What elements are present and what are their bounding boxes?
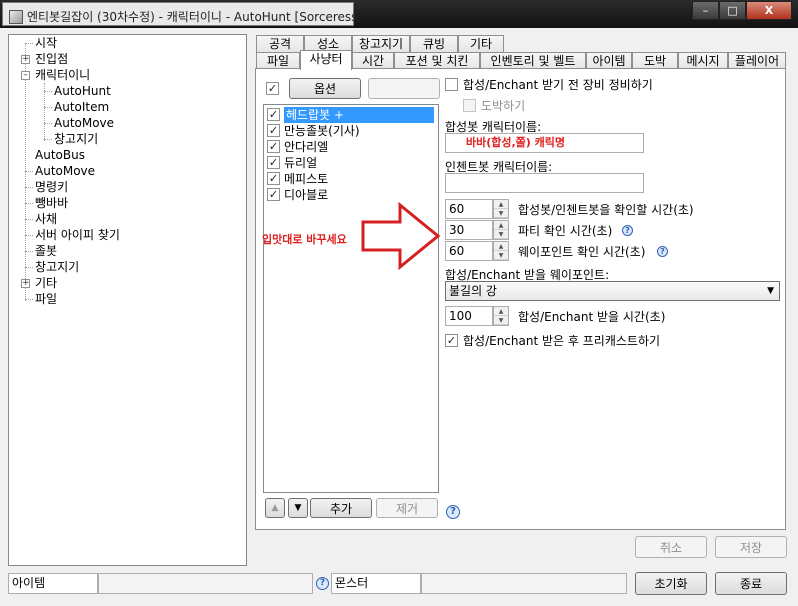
enable-checkbox[interactable]: ✓ — [266, 82, 279, 95]
exit-button[interactable]: 종료 — [715, 572, 787, 595]
receive-time-stepper[interactable]: ▲ ▼ — [493, 306, 509, 326]
party-time-stepper[interactable]: ▲ ▼ — [493, 220, 509, 240]
move-up-button[interactable]: ▲ — [265, 498, 285, 518]
tree-item-start[interactable]: 시작 — [35, 35, 57, 51]
tree-item-bbaengbaba[interactable]: 뺑바바 — [35, 195, 68, 211]
help-icon[interactable]: ? — [622, 225, 633, 236]
options-button[interactable]: 옵션 — [289, 78, 361, 99]
tab-etc[interactable]: 기타 — [458, 35, 504, 53]
tree-item-jolbot[interactable]: 졸봇 — [35, 243, 57, 259]
tree-item-character[interactable]: 캐릭터이니 — [35, 67, 90, 83]
blank-button — [368, 78, 440, 99]
tree-item-server-ip[interactable]: 서버 아이피 찾기 — [35, 227, 120, 243]
waypoint-select-value: 불길의 강 — [449, 284, 497, 298]
list-item[interactable]: ✓ 메피스토 — [266, 171, 436, 187]
monster-label-field: 몬스터 — [331, 573, 421, 594]
list-item[interactable]: ✓ 안다리엘 — [266, 139, 436, 155]
tree-item-loan[interactable]: 사채 — [35, 211, 57, 227]
item-input[interactable] — [98, 573, 313, 594]
expand-icon[interactable]: + — [21, 279, 30, 288]
party-time-label: 파티 확인 시간(초) — [518, 224, 613, 238]
help-icon[interactable]: ? — [316, 577, 329, 590]
expand-icon[interactable]: + — [21, 55, 30, 64]
maximize-button[interactable]: □ — [719, 1, 746, 20]
reset-button[interactable]: 초기화 — [635, 572, 707, 595]
waypoint-time-stepper[interactable]: ▲ ▼ — [493, 241, 509, 261]
tree-item-entry[interactable]: 진입점 — [35, 51, 68, 67]
check-time-label: 합성봇/인첸트봇을 확인할 시간(초) — [518, 203, 694, 217]
waypoint-time-label: 웨이포인트 확인 시간(초) — [518, 245, 646, 259]
check-time-stepper[interactable]: ▲ ▼ — [493, 199, 509, 219]
tree-item-autobus[interactable]: AutoBus — [35, 147, 85, 163]
waypoint-time-input[interactable]: 60 — [445, 241, 493, 261]
tree-item-stash[interactable]: 창고지기 — [54, 131, 98, 147]
tree-item-stash-root[interactable]: 창고지기 — [35, 259, 79, 275]
list-item[interactable]: ✓ 디아블로 — [266, 187, 436, 203]
check-time-input[interactable]: 60 — [445, 199, 493, 219]
tree-item-automove-root[interactable]: AutoMove — [35, 163, 95, 179]
gamble-checkbox-label: 도박하기 — [481, 99, 526, 113]
list-item[interactable]: ✓ 듀리얼 — [266, 155, 436, 171]
tree-item-etc[interactable]: 기타 — [35, 275, 57, 291]
list-item-checkbox[interactable]: ✓ — [267, 156, 280, 169]
close-button[interactable]: X — [746, 1, 792, 20]
tree-item-file[interactable]: 파일 — [35, 291, 57, 307]
list-item[interactable]: ✓ 만능졸봇(기사) — [266, 123, 436, 139]
red-arrow-icon — [361, 202, 441, 270]
minimize-button[interactable]: – — [692, 1, 719, 20]
list-item-checkbox[interactable]: ✓ — [267, 124, 280, 137]
repair-checkbox-label: 합성/Enchant 받기 전 장비 정비하기 — [463, 78, 653, 92]
annotation-text: 입맛대로 바꾸세요 — [262, 233, 347, 246]
move-down-button[interactable]: ▼ — [288, 498, 308, 518]
tree-item-hotkeys[interactable]: 명령키 — [35, 179, 68, 195]
tab-hunting-ground[interactable]: 사냥터 — [300, 50, 352, 70]
waypoint-select[interactable]: 불길의 강 ▼ — [445, 281, 780, 301]
chevron-down-icon: ▼ — [767, 286, 774, 296]
precast-checkbox[interactable]: ✓ — [445, 334, 458, 347]
help-icon[interactable]: ? — [446, 505, 460, 519]
tree-item-autohunt[interactable]: AutoHunt — [54, 83, 111, 99]
precast-checkbox-label: 합성/Enchant 받은 후 프리캐스트하기 — [463, 334, 661, 348]
list-item-checkbox[interactable]: ✓ — [267, 140, 280, 153]
receive-time-label: 합성/Enchant 받을 시간(초) — [518, 310, 666, 324]
remove-button: 제거 — [376, 498, 438, 518]
save-button: 저장 — [715, 536, 787, 558]
tab-stash[interactable]: 창고지기 — [352, 35, 410, 53]
app-icon — [9, 10, 23, 24]
cancel-button: 취소 — [635, 536, 707, 558]
collapse-icon[interactable]: – — [21, 71, 30, 80]
item-label-field: 아이템 — [8, 573, 98, 594]
receive-time-input[interactable]: 100 — [445, 306, 493, 326]
title-box: 엔티봇길잡이 (30차수정) - 캐릭터이니 - AutoHunt [Sorce… — [2, 2, 361, 26]
tree-item-autoitem[interactable]: AutoItem — [54, 99, 109, 115]
hunting-list[interactable]: ✓ 헤드랍봇 + ✓ 만능졸봇(기사) ✓ 안다리엘 ✓ 듀리얼 ✓ 메피스토 … — [262, 104, 439, 493]
repair-checkbox[interactable] — [445, 78, 458, 91]
list-item-checkbox[interactable]: ✓ — [267, 188, 280, 201]
list-item-checkbox[interactable]: ✓ — [267, 108, 280, 121]
add-button[interactable]: 추가 — [310, 498, 372, 518]
party-time-input[interactable]: 30 — [445, 220, 493, 240]
tab-attack[interactable]: 공격 — [256, 35, 304, 53]
list-item-checkbox[interactable]: ✓ — [267, 172, 280, 185]
tree-item-automove[interactable]: AutoMove — [54, 115, 114, 131]
enchant-char-field[interactable] — [445, 173, 644, 193]
synth-char-field[interactable]: 바바(합성,쫄) 캐릭명 — [445, 133, 644, 153]
help-icon[interactable]: ? — [657, 246, 668, 257]
tab-cubing[interactable]: 큐빙 — [410, 35, 458, 53]
window-title: 엔티봇길잡이 (30차수정) - 캐릭터이니 - AutoHunt [Sorce… — [27, 10, 362, 24]
list-item[interactable]: ✓ 헤드랍봇 + — [266, 107, 436, 123]
monster-input[interactable] — [421, 573, 627, 594]
navigation-tree: 시작 + 진입점 – 캐릭터이니 AutoHunt AutoItem AutoM… — [8, 34, 247, 566]
gamble-checkbox — [463, 99, 476, 112]
title-bar: 엔티봇길잡이 (30차수정) - 캐릭터이니 - AutoHunt [Sorce… — [0, 0, 798, 28]
